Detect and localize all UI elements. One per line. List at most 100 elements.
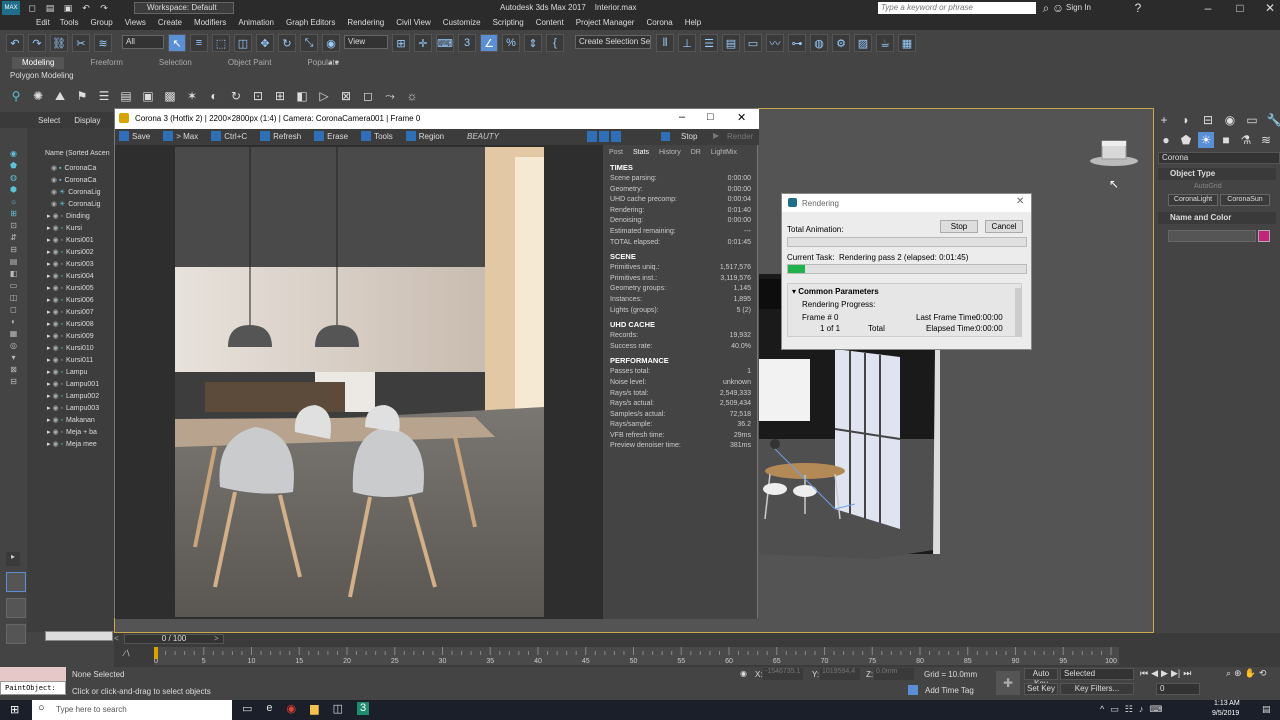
time-slider-prev-icon[interactable]: < — [114, 634, 119, 643]
scene-filter-icon-2[interactable]: ◍ — [8, 174, 20, 182]
y-coordinate[interactable]: 1019594.4 — [820, 668, 860, 680]
visibility-eye-icon[interactable]: ◉ — [52, 441, 60, 448]
user-icon[interactable]: ☺ — [1050, 0, 1066, 16]
display-spacewarps-icon[interactable]: ▤ — [118, 88, 134, 104]
display-influences-icon[interactable]: ◧ — [294, 88, 310, 104]
render-production-icon[interactable]: ▦ — [898, 34, 916, 52]
add-time-tag[interactable]: Add Time Tag — [925, 686, 974, 695]
zoom-in-icon[interactable] — [587, 131, 597, 142]
modify-tab-icon[interactable]: ◗ — [1178, 112, 1194, 128]
utilities-tab-icon[interactable]: 🔧 — [1266, 112, 1280, 128]
visibility-eye-icon[interactable]: ◉ — [52, 429, 60, 436]
menu-graph-editors[interactable]: Graph Editors — [280, 16, 341, 30]
visibility-eye-icon[interactable]: ◉ — [52, 273, 60, 280]
minimize-icon[interactable]: – — [1200, 0, 1216, 16]
display-bones-icon[interactable]: ✶ — [184, 88, 200, 104]
sign-in-link[interactable]: Sign In — [1066, 3, 1091, 12]
time-marker[interactable] — [154, 647, 158, 659]
play-animation-icon[interactable]: ▶ — [1161, 668, 1168, 679]
visibility-eye-icon[interactable]: ◉ — [52, 393, 60, 400]
edge-icon[interactable]: e — [266, 702, 272, 715]
scene-item[interactable]: ▸ ◉ ▫ Kursi001 — [47, 235, 114, 247]
window-crossing-icon[interactable]: ◫ — [234, 34, 252, 52]
scene-item[interactable]: ▸ ◉ ▫ Kursi005 — [47, 283, 114, 295]
visibility-eye-icon[interactable]: ◉ — [52, 213, 60, 220]
scene-filter-icon-19[interactable]: ⊟ — [8, 378, 20, 386]
shapes-icon[interactable]: ⬟ — [1178, 132, 1194, 148]
keyboard-icon[interactable]: ⌨ — [1149, 704, 1162, 715]
task-view-icon[interactable]: ▭ — [242, 702, 252, 715]
scene-filter-icon-3[interactable]: ⬢ — [8, 186, 20, 194]
isolate-icon[interactable]: ◉ — [740, 669, 747, 678]
create-tab-icon[interactable]: + — [1156, 112, 1172, 128]
scene-filter-icon-4[interactable]: ☼ — [8, 198, 20, 206]
stop-icon[interactable] — [661, 132, 670, 141]
selection-filter-dropdown[interactable]: All — [122, 35, 164, 49]
autogrid-checkbox[interactable]: AutoGrid — [1194, 183, 1222, 190]
x-coordinate[interactable]: -1546735.1 — [763, 668, 803, 680]
helpers-icon[interactable]: ⚗ — [1238, 132, 1254, 148]
scene-explorer-header[interactable]: Name (Sorted Ascen — [45, 150, 114, 157]
scene-item[interactable]: ◉ ☀ CoronaLig — [47, 199, 114, 211]
visibility-eye-icon[interactable]: ◉ — [51, 165, 59, 172]
prev-frame-icon[interactable]: ◀ — [1151, 668, 1158, 679]
ribbon-tab-modeling[interactable]: Modeling — [12, 57, 65, 69]
toggle-scene-explorer-icon[interactable]: ☰ — [700, 34, 718, 52]
menu-views[interactable]: Views — [119, 16, 152, 30]
visibility-eye-icon[interactable]: ◉ — [52, 369, 60, 376]
display-shapes-icon[interactable]: ⛰ — [52, 88, 68, 104]
link-icon[interactable]: ⛓ — [50, 34, 68, 52]
select-children-icon[interactable]: ⊠ — [338, 88, 354, 104]
display-tab-icon[interactable]: ▭ — [1244, 112, 1260, 128]
vfb-tab-lightmix[interactable]: LightMix — [711, 149, 737, 156]
visibility-eye-icon[interactable]: ◉ — [51, 189, 59, 196]
menu-project-manager[interactable]: Project Manager — [570, 16, 641, 30]
menu-group[interactable]: Group — [84, 16, 118, 30]
display-hidden-icon[interactable]: ⊡ — [250, 88, 266, 104]
close-icon[interactable]: ✕ — [1262, 0, 1278, 16]
key-filters-button[interactable]: Key Filters... — [1060, 683, 1134, 695]
scene-filter-icon-18[interactable]: ⊠ — [8, 366, 20, 374]
menu-tools[interactable]: Tools — [54, 16, 85, 30]
unlink-icon[interactable]: ✂ — [72, 34, 90, 52]
scene-item[interactable]: ▸ ◉ ▫ Lampu001 — [47, 379, 114, 391]
visibility-eye-icon[interactable]: ◉ — [52, 321, 60, 328]
vfb-erase-button[interactable]: Erase — [314, 131, 348, 141]
scene-horizontal-scrollbar[interactable] — [45, 631, 113, 641]
vfb-stop-button[interactable]: Stop — [681, 132, 697, 141]
redo-icon[interactable]: ↷ — [98, 3, 110, 13]
scene-filter-icon-7[interactable]: ⇵ — [8, 234, 20, 242]
hierarchy-icon[interactable]: ⤳ — [382, 88, 398, 104]
goto-end-icon[interactable]: ⏭ — [1183, 668, 1191, 679]
menu-content[interactable]: Content — [530, 16, 570, 30]
display-frozen-icon[interactable]: ↻ — [228, 88, 244, 104]
undo-icon[interactable]: ↶ — [6, 34, 24, 52]
scene-item[interactable]: ▸ ◉ ▫ Dinding — [47, 211, 114, 223]
scene-item[interactable]: ▸ ◉ ▫ Lampu003 — [47, 403, 114, 415]
zoom-all-icon[interactable]: ⊕ — [1234, 668, 1242, 679]
scene-filter-icon-6[interactable]: ⊡ — [8, 222, 20, 230]
scene-item[interactable]: ▸ ◉ ▫ Kursi003 — [47, 259, 114, 271]
scene-filter-icon-9[interactable]: ▤ — [8, 258, 20, 266]
scene-item[interactable]: ▸ ◉ ▫ Kursi011 — [47, 355, 114, 367]
workspace-dropdown[interactable]: Workspace: Default — [134, 2, 234, 14]
mirror-icon[interactable]: ⫴ — [656, 34, 674, 52]
material-editor-icon[interactable]: ◍ — [810, 34, 828, 52]
scene-item[interactable]: ▸ ◉ ▫ Kursi002 — [47, 247, 114, 259]
notifications-icon[interactable]: ▤ — [1262, 704, 1271, 715]
menu-corona[interactable]: Corona — [640, 16, 678, 30]
ribbon-tab-freeform[interactable]: Freeform — [80, 57, 132, 69]
goto-start-icon[interactable]: ⏮ — [1140, 668, 1148, 679]
stop-button[interactable]: Stop — [940, 220, 978, 233]
chrome-icon[interactable]: ◉ — [287, 702, 297, 715]
dialog-scrollbar[interactable] — [1015, 288, 1021, 336]
clock-time[interactable]: 1:13 AM — [1214, 700, 1240, 707]
display-lights-icon[interactable]: ⚲ — [8, 88, 24, 104]
geometry-icon[interactable]: ● — [1158, 132, 1174, 148]
scale-icon[interactable]: ⤡ — [300, 34, 318, 52]
scene-tab-select[interactable]: Select — [38, 116, 60, 125]
spinner-snap-icon[interactable]: ⇕ — [524, 34, 542, 52]
menu-rendering[interactable]: Rendering — [341, 16, 390, 30]
scene-item[interactable]: ▸ ◉ ▫ Kursi — [47, 223, 114, 235]
object-color-swatch[interactable] — [1258, 230, 1270, 242]
